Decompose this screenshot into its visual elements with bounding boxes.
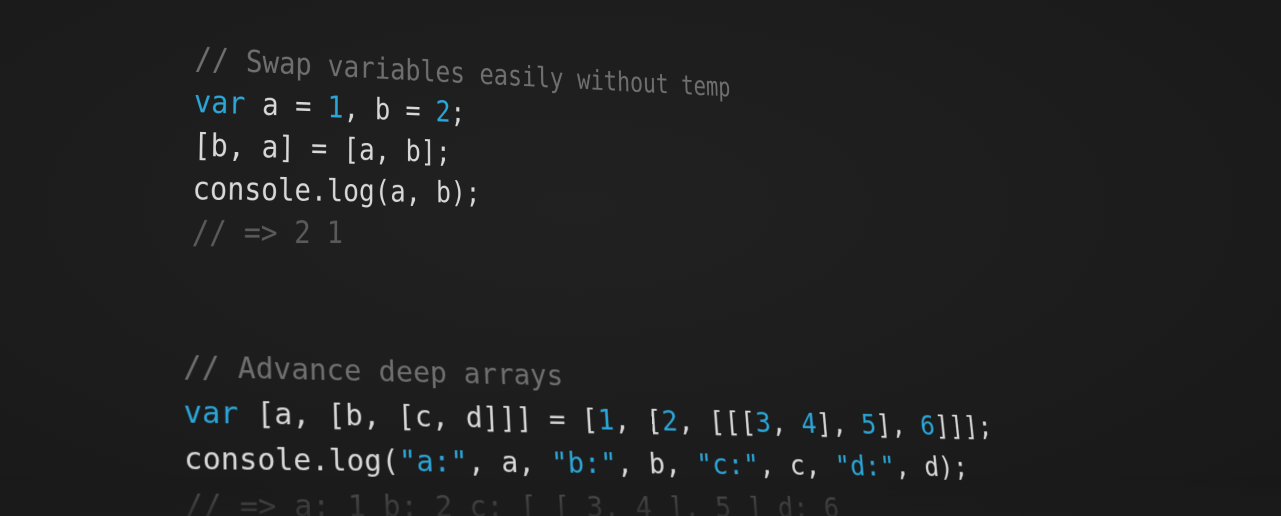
code-block-deep-arrays: // Advance deep arrays var [a, [b, [c, d… (183, 344, 1003, 516)
code-comment: // => 2 1 (191, 214, 344, 252)
code-text: , [ (612, 403, 664, 438)
code-text: , c, (757, 448, 837, 483)
code-text: console.log(a, b); (192, 170, 481, 210)
code-text: ]]]; (933, 409, 994, 443)
code-comment: // Advance deep arrays (183, 348, 564, 393)
code-text: ], (815, 407, 863, 441)
code-keyword: var (193, 83, 246, 122)
code-text: , b, (615, 446, 698, 482)
code-text: , (769, 406, 803, 440)
code-block-swap-variables: // Swap variables easily without temp va… (191, 38, 735, 256)
code-text: ; (450, 95, 466, 130)
code-number: 2 (435, 95, 451, 130)
code-keyword: var (183, 394, 239, 432)
code-string: "a:" (398, 443, 469, 480)
code-text: , [[[ (676, 404, 757, 440)
code-text: ], (874, 408, 922, 442)
code-string: "d:" (833, 449, 897, 483)
code-text: , a, (466, 444, 553, 481)
code-editor-view: // Swap variables easily without temp va… (0, 0, 1281, 516)
code-number: 1 (327, 90, 344, 126)
code-string: "b:" (550, 445, 618, 481)
code-text: [a, [b, [c, d]]] = [ (238, 395, 599, 437)
code-text: console.log( (183, 440, 400, 479)
code-comment: // => a: 1 b: 2 c: [ [ 3, 4 ], 5 ] d: 6 (184, 487, 841, 516)
code-text: , b = (343, 90, 436, 129)
code-text: [b, a] = [a, b]; (192, 127, 451, 170)
code-text: a = (245, 86, 328, 125)
code-text: , d); (893, 450, 970, 484)
code-string: "c:" (695, 447, 761, 482)
code-line-5: // => 2 1 (191, 211, 735, 255)
